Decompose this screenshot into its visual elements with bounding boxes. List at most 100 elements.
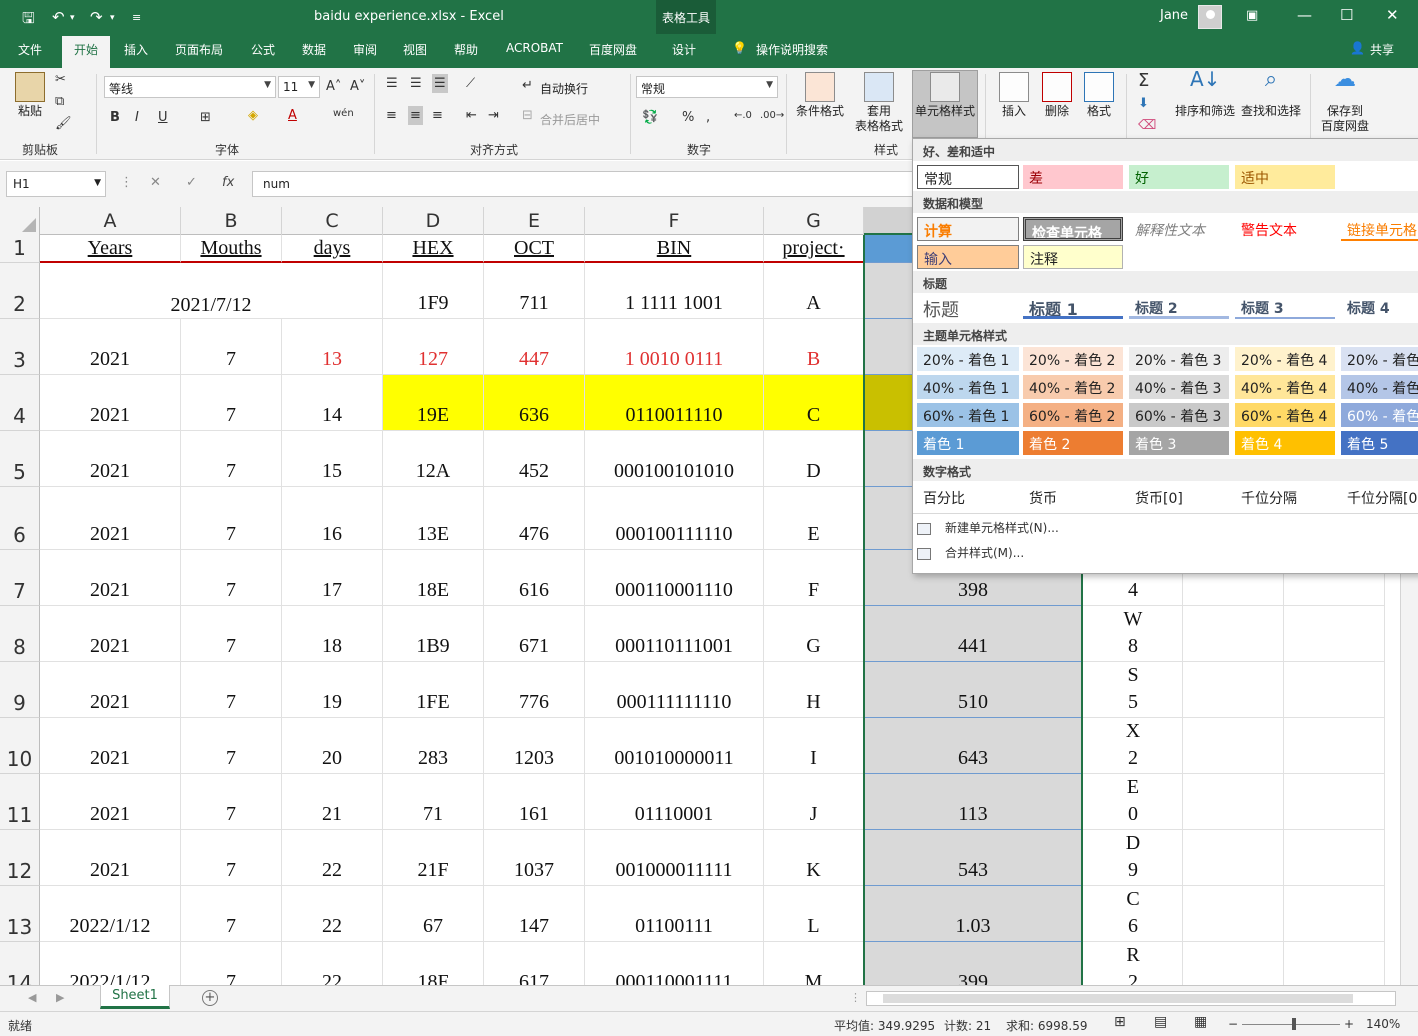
align-left-icon[interactable]: ≡: [386, 108, 397, 123]
table-cell[interactable]: 22: [282, 942, 383, 985]
zoom-out-icon[interactable]: −: [1228, 1017, 1238, 1031]
style-heading-3[interactable]: 标题 3: [1235, 295, 1335, 319]
accounting-icon[interactable]: 💱: [642, 110, 658, 125]
table-cell[interactable]: K: [764, 830, 864, 886]
style-linked-cell[interactable]: 链接单元格: [1341, 217, 1418, 241]
tab-design[interactable]: 设计: [672, 41, 696, 58]
theme-style-swatch[interactable]: 着色 3: [1129, 431, 1229, 455]
cut-icon[interactable]: ✂: [55, 72, 66, 87]
style-input[interactable]: 输入: [917, 245, 1019, 269]
next-sheet-icon[interactable]: ▶: [56, 991, 64, 1004]
zoom-in-icon[interactable]: +: [1344, 1017, 1354, 1031]
align-bottom-icon[interactable]: ☰: [432, 74, 448, 93]
percent-button[interactable]: %: [682, 110, 694, 125]
table-cell[interactable]: [1284, 662, 1385, 718]
tab-help[interactable]: 帮助: [454, 41, 478, 58]
tab-insert[interactable]: 插入: [124, 41, 148, 58]
table-cell[interactable]: [1183, 886, 1284, 942]
table-cell[interactable]: 776: [484, 662, 585, 718]
undo-icon[interactable]: ↶: [52, 8, 65, 26]
font-name-select[interactable]: 等线 ▼: [104, 76, 276, 98]
format-as-table-button[interactable]: 套用 表格格式: [848, 72, 910, 134]
theme-style-swatch[interactable]: 60% - 着色 2: [1023, 403, 1123, 427]
table-cell[interactable]: 617: [484, 942, 585, 985]
table-cell[interactable]: 1 0010 0111: [585, 319, 764, 375]
table-cell[interactable]: 2021: [40, 830, 181, 886]
table-cell[interactable]: 67: [383, 886, 484, 942]
table-cell[interactable]: [1284, 718, 1385, 774]
bold-button[interactable]: B: [110, 110, 120, 125]
row-header[interactable]: 9: [0, 662, 40, 718]
theme-style-swatch[interactable]: 40% - 着色 4: [1235, 375, 1335, 399]
table-cell[interactable]: [1183, 718, 1284, 774]
name-box[interactable]: H1 ▼: [6, 171, 106, 197]
table-cell[interactable]: 127: [383, 319, 484, 375]
tab-baidu-netdisk[interactable]: 百度网盘: [589, 41, 637, 58]
table-cell[interactable]: 16: [282, 487, 383, 550]
table-cell[interactable]: 13: [282, 319, 383, 375]
table-cell[interactable]: J: [764, 774, 864, 830]
style-currency[interactable]: 货币: [1023, 485, 1123, 509]
table-cell[interactable]: 636: [484, 375, 585, 431]
table-cell[interactable]: E: [764, 487, 864, 550]
style-comma-0[interactable]: 千位分隔[0]: [1341, 485, 1418, 509]
table-cell[interactable]: 2021: [40, 431, 181, 487]
save-to-netdisk-button[interactable]: ☁ 保存到 百度网盘: [1318, 69, 1372, 134]
page-layout-view-icon[interactable]: ▤: [1154, 1014, 1167, 1030]
style-check-cell[interactable]: 检查单元格: [1023, 217, 1123, 241]
add-sheet-button[interactable]: +: [202, 990, 218, 1006]
table-cell[interactable]: 17: [282, 550, 383, 606]
table-cell[interactable]: 711: [484, 263, 585, 319]
enter-icon[interactable]: ✓: [186, 175, 197, 190]
table-cell[interactable]: 001000011111: [585, 830, 764, 886]
horizontal-scrollbar[interactable]: [866, 991, 1396, 1006]
tab-acrobat[interactable]: ACROBAT: [506, 41, 563, 55]
row-header[interactable]: 6: [0, 487, 40, 550]
tab-file[interactable]: 文件: [18, 41, 42, 58]
cancel-icon[interactable]: ✕: [150, 175, 161, 190]
header-cell[interactable]: project·: [764, 235, 864, 263]
table-cell[interactable]: 000100111110: [585, 487, 764, 550]
minimize-button[interactable]: —: [1297, 6, 1312, 24]
style-percent[interactable]: 百分比: [917, 485, 1019, 509]
format-cells-button[interactable]: 格式: [1081, 72, 1117, 119]
table-cell[interactable]: 20: [282, 718, 383, 774]
theme-style-swatch[interactable]: 20% - 着色: [1341, 347, 1418, 371]
decrease-font-icon[interactable]: A˅: [350, 79, 365, 94]
table-cell[interactable]: 7: [181, 718, 282, 774]
font-size-select[interactable]: 11 ▼: [278, 76, 320, 98]
theme-style-swatch[interactable]: 20% - 着色 1: [917, 347, 1019, 371]
style-calculation[interactable]: 计算: [917, 217, 1019, 241]
table-cell[interactable]: I: [764, 718, 864, 774]
zoom-slider[interactable]: [1242, 1024, 1340, 1025]
column-header-b[interactable]: B: [181, 207, 282, 235]
align-center-icon[interactable]: ≡: [408, 106, 423, 125]
table-cell-h[interactable]: 441: [864, 606, 1083, 662]
table-cell[interactable]: 000100101010: [585, 431, 764, 487]
table-cell[interactable]: H: [764, 662, 864, 718]
comma-icon[interactable]: ,: [706, 110, 710, 125]
close-button[interactable]: ✕: [1386, 6, 1399, 24]
table-cell[interactable]: 7: [181, 942, 282, 985]
table-cell[interactable]: 15: [282, 431, 383, 487]
avatar[interactable]: [1198, 5, 1222, 29]
table-cell[interactable]: 2021: [40, 375, 181, 431]
style-neutral[interactable]: 适中: [1235, 165, 1335, 189]
redo-icon[interactable]: ↷: [90, 8, 103, 26]
delete-cells-button[interactable]: 删除: [1039, 72, 1075, 119]
fill-icon[interactable]: ⬇: [1138, 96, 1149, 111]
table-cell[interactable]: B: [764, 319, 864, 375]
table-cell[interactable]: 283: [383, 718, 484, 774]
theme-style-swatch[interactable]: 40% - 着色 2: [1023, 375, 1123, 399]
theme-style-swatch[interactable]: 着色 4: [1235, 431, 1335, 455]
theme-style-swatch[interactable]: 40% - 着色 3: [1129, 375, 1229, 399]
decrease-decimal-icon[interactable]: .00→: [760, 110, 784, 121]
split-handle-icon[interactable]: ⋮: [850, 991, 861, 1004]
decrease-indent-icon[interactable]: ⇤: [466, 108, 477, 123]
table-cell[interactable]: [1284, 774, 1385, 830]
table-cell[interactable]: [1284, 606, 1385, 662]
merged-cell[interactable]: 2021/7/12: [40, 263, 383, 319]
table-cell[interactable]: 18E: [383, 550, 484, 606]
row-header[interactable]: 3: [0, 319, 40, 375]
tell-me-search[interactable]: 操作说明搜索: [756, 41, 828, 58]
